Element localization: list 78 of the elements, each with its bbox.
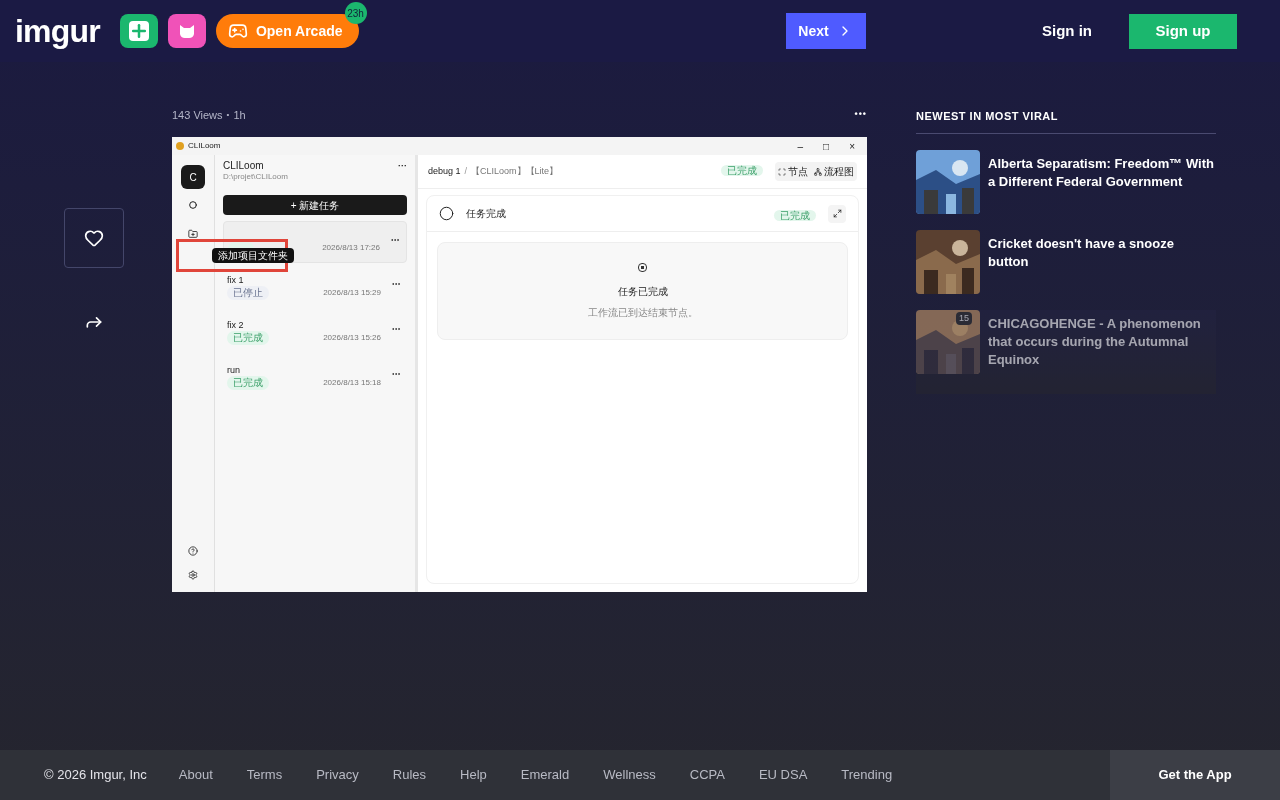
- task-title: run: [227, 364, 240, 376]
- expand-button[interactable]: [828, 204, 846, 223]
- task-title: fix 2: [227, 319, 244, 331]
- footer-link[interactable]: Wellness: [603, 765, 656, 785]
- nodes-tab[interactable]: 节点: [778, 164, 808, 179]
- status-badge: 已完成: [721, 165, 763, 177]
- footer-link[interactable]: Emerald: [520, 765, 570, 785]
- project-name: CLILoom: [223, 160, 265, 172]
- project-avatar[interactable]: C: [181, 165, 205, 189]
- task-date: 2026/8/13 17:26: [322, 242, 380, 254]
- node-title: 任务完成: [466, 207, 506, 221]
- task-item[interactable]: run 已完成 2026/8/13 15:18: [223, 356, 407, 398]
- footer-link[interactable]: Terms: [246, 765, 283, 785]
- breadcrumb-separator: /: [464, 164, 468, 178]
- network-icon: [814, 167, 822, 176]
- card-text: 工作流已到达结束节点。: [587, 305, 698, 320]
- breadcrumb-item[interactable]: debug 1: [428, 164, 461, 179]
- image-count: 15: [956, 311, 972, 325]
- footer-link[interactable]: EU DSA: [758, 765, 808, 785]
- post-title: Cricket doesn't have a snooze button: [988, 234, 1175, 271]
- footer-link[interactable]: Help: [460, 765, 487, 785]
- copyright: © 2026 Imgur, Inc: [44, 766, 147, 785]
- post-title: Alberta Separatism: Freedom™ With a Different Federal Government: [988, 154, 1215, 191]
- settings-icon: [188, 570, 198, 580]
- window-control[interactable]: –: [797, 138, 804, 154]
- footer-link[interactable]: About: [178, 765, 213, 785]
- viral-post[interactable]: Cricket doesn't have a snooze button: [916, 229, 1216, 294]
- help-icon: [188, 546, 198, 556]
- scan-icon: [778, 167, 786, 176]
- stop-icon: [638, 262, 647, 272]
- timer-badge: 23h: [344, 2, 367, 24]
- section-heading: NEWEST IN MOST VIRAL: [916, 108, 1216, 134]
- status-badge: 已完成: [227, 376, 269, 390]
- more-button[interactable]: •••: [854, 108, 867, 122]
- tooltip: 添加项目文件夹: [212, 248, 294, 263]
- footer-link[interactable]: Trending: [841, 765, 893, 785]
- flowchart-tab[interactable]: 流程图: [814, 164, 854, 179]
- task-date: 2026/8/13 15:26: [323, 332, 381, 344]
- expand-icon: [832, 209, 842, 218]
- project-path: D:\projet\CLILoom: [223, 172, 288, 182]
- status-badge: 已完成: [774, 209, 816, 221]
- like-button[interactable]: [64, 208, 124, 268]
- footer-link[interactable]: Privacy: [316, 765, 359, 785]
- post-title: CHICAGOHENGE - A phenomenon that occurs during the Autumnal Equinox: [988, 314, 1202, 369]
- footer-link[interactable]: Rules: [392, 765, 427, 785]
- project-menu-button[interactable]: ···: [398, 160, 407, 174]
- folder-plus-icon: [188, 229, 198, 239]
- post-age: 1h: [233, 107, 246, 123]
- status-badge: 已停止: [227, 286, 269, 300]
- cat-button[interactable]: [167, 14, 206, 48]
- gamepad-icon: [227, 21, 248, 41]
- app-logo-icon: [176, 142, 184, 150]
- task-item[interactable]: fix 2 已完成 2026/8/13 15:26: [223, 311, 407, 353]
- task-date: 2026/8/13 15:29: [323, 287, 381, 299]
- footer-link[interactable]: CCPA: [689, 765, 725, 785]
- circle-icon: [439, 206, 454, 221]
- get-app-button[interactable]: Get the App: [1110, 750, 1280, 800]
- status-badge: 已完成: [227, 331, 269, 345]
- task-title: fix 1: [227, 274, 244, 286]
- window-control[interactable]: □: [823, 138, 830, 154]
- next-button[interactable]: Next: [785, 13, 866, 49]
- logo[interactable]: imgur: [15, 15, 100, 47]
- upload-button[interactable]: [119, 14, 158, 48]
- window-title: CLILoom: [188, 140, 221, 152]
- view-count: 143 Views: [172, 107, 223, 123]
- task-date: 2026/8/13 15:18: [323, 377, 381, 389]
- viral-post[interactable]: Alberta Separatism: Freedom™ With a Different Federal Government: [916, 149, 1216, 214]
- viral-post[interactable]: 15 CHICAGOHENGE - A phenomenon that occurs during the Autumnal Equinox: [916, 309, 1216, 394]
- window-control[interactable]: ×: [849, 138, 855, 154]
- plus-icon: [128, 21, 149, 41]
- sign-in-link[interactable]: Sign in: [1042, 19, 1092, 43]
- breadcrumb-item: 【CLILoom】【Lite】: [471, 164, 559, 178]
- heart-icon: [84, 228, 104, 248]
- new-task-button[interactable]: + 新建任务: [223, 195, 407, 215]
- card-title: 任务已完成: [617, 284, 668, 299]
- separator-dot: •: [226, 109, 230, 121]
- task-item[interactable]: fix 1 已停止 2026/8/13 15:29: [223, 266, 407, 308]
- circle-icon: [189, 201, 197, 209]
